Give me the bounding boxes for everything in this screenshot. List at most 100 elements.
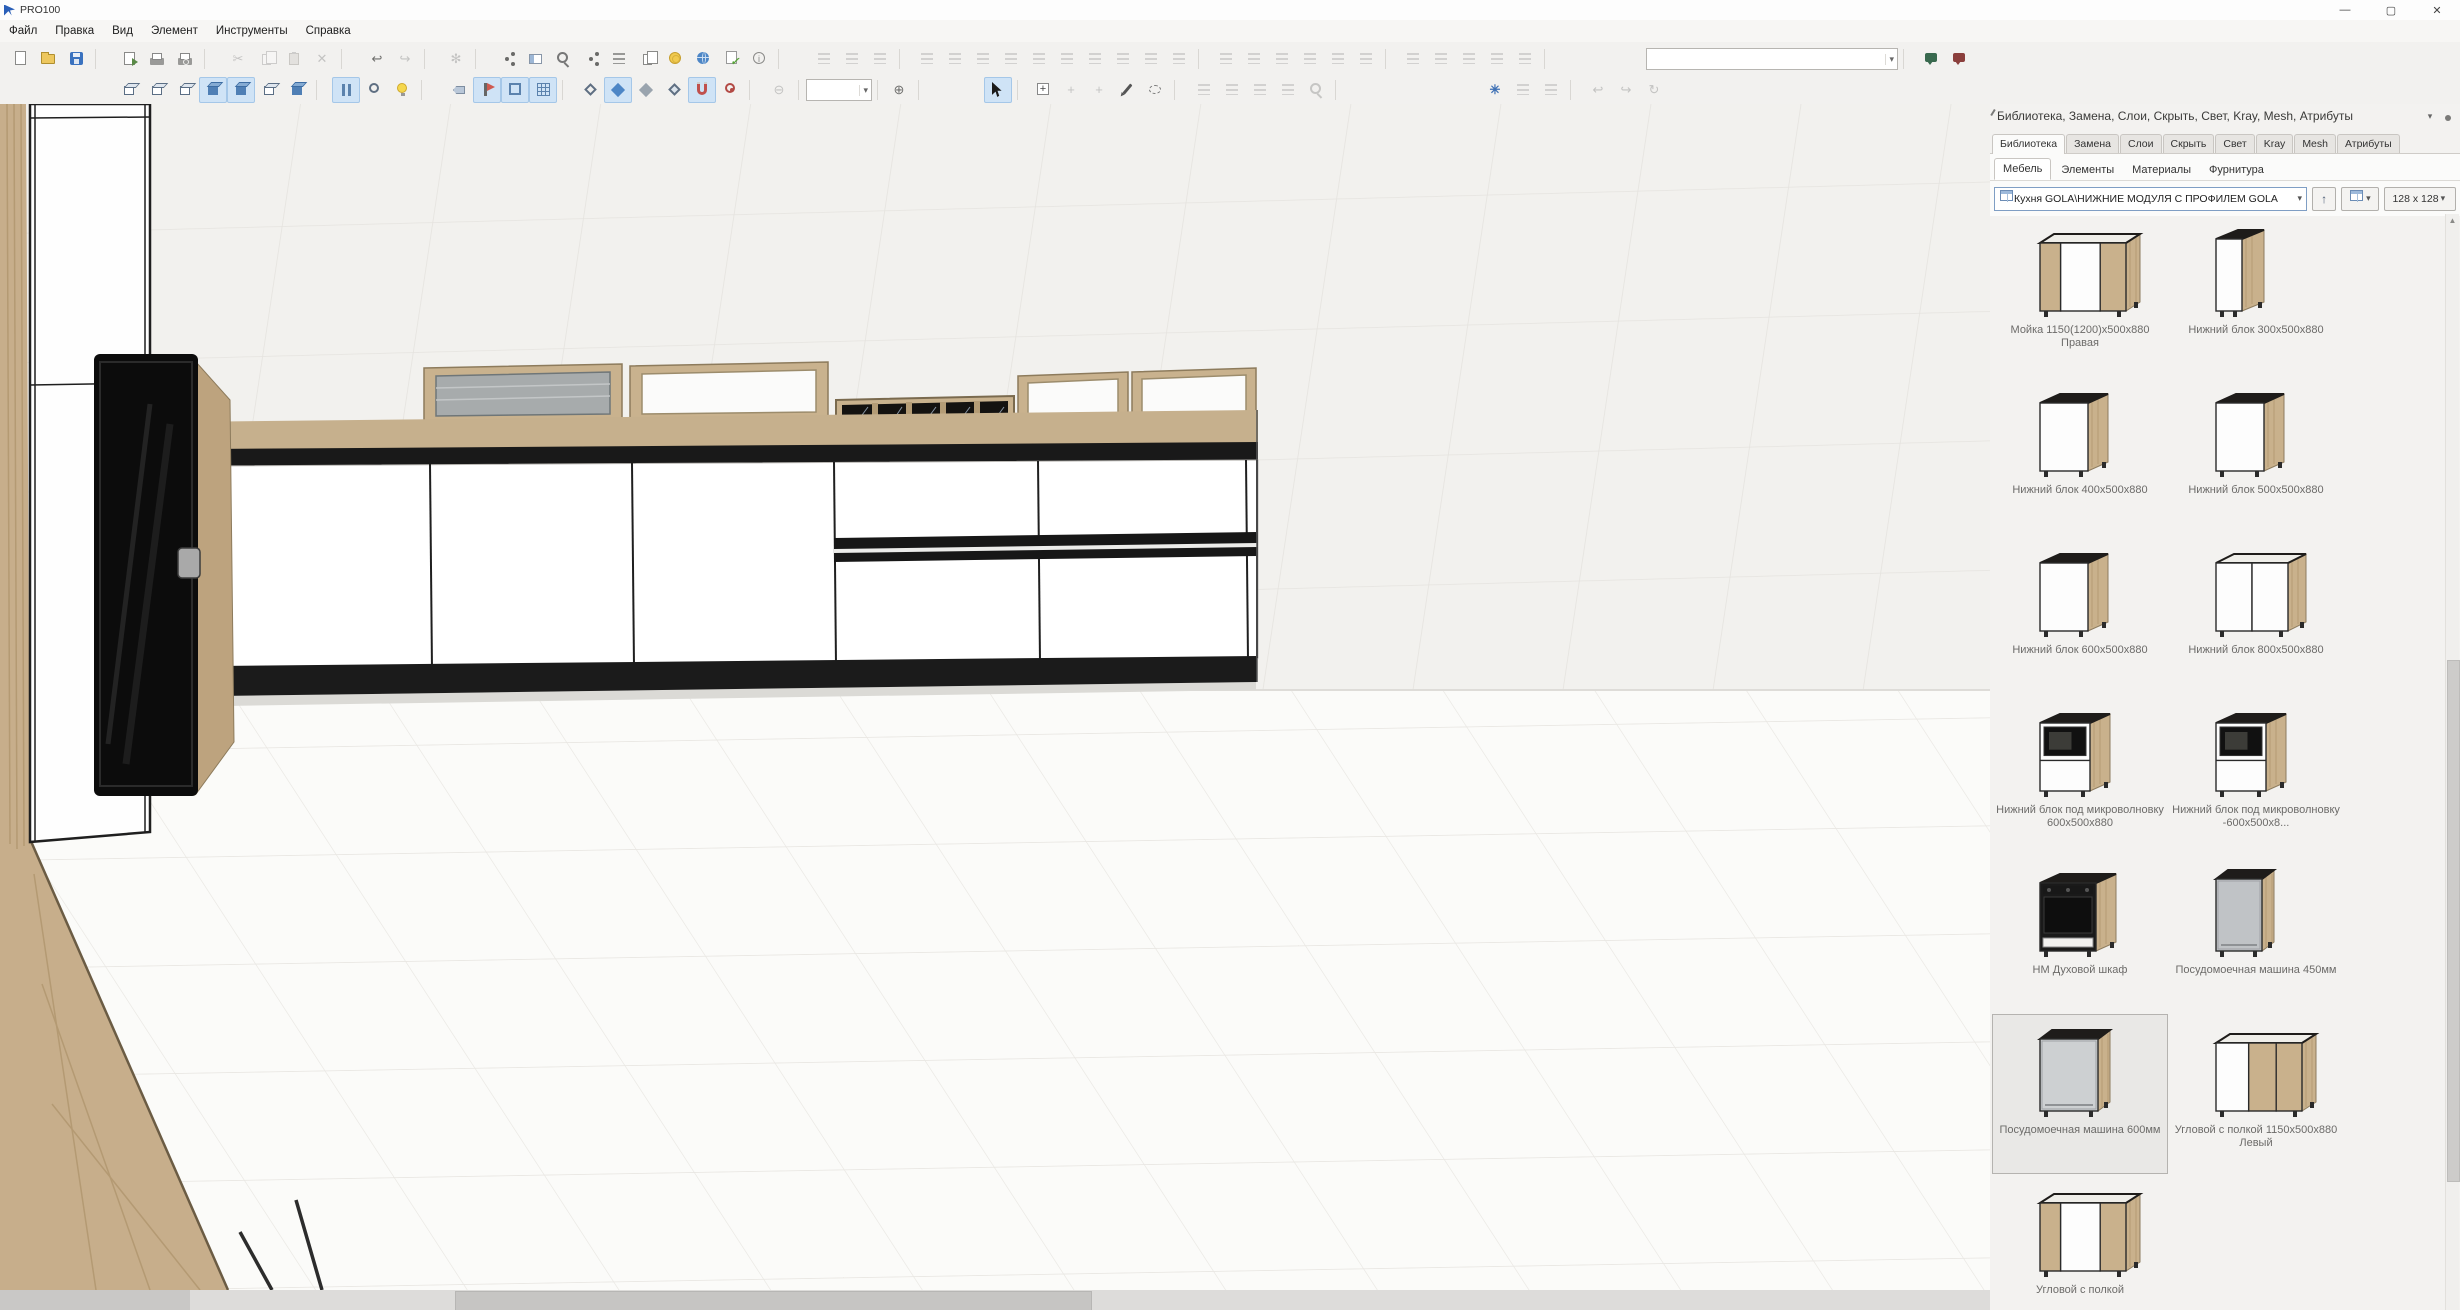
mirror-v-icon[interactable]	[1427, 46, 1455, 72]
panel-tab-2[interactable]: Слои	[2120, 134, 2162, 153]
print-preview-icon[interactable]	[171, 46, 199, 72]
view-color-line-icon[interactable]	[171, 77, 199, 103]
draw-icon[interactable]	[1113, 77, 1141, 103]
snap-face-icon[interactable]	[632, 77, 660, 103]
panel-subtab-1[interactable]: Элементы	[2053, 160, 2122, 180]
render-icon[interactable]: ✳	[1481, 77, 1509, 103]
menu-item-2[interactable]: Вид	[103, 23, 142, 39]
menu-item-5[interactable]: Справка	[297, 23, 360, 39]
panel-tab-3[interactable]: Скрыть	[2163, 134, 2215, 153]
group-icon[interactable]	[1455, 46, 1483, 72]
paste-icon[interactable]	[280, 46, 308, 72]
move-up-icon[interactable]	[1268, 46, 1296, 72]
export-icon[interactable]	[115, 46, 143, 72]
projection-icon[interactable]	[332, 77, 360, 103]
grid-icon[interactable]	[529, 77, 557, 103]
view-shaded-edges-icon[interactable]	[227, 77, 255, 103]
add-point-icon[interactable]: +	[1057, 77, 1085, 103]
distribute-h-icon[interactable]	[1081, 46, 1109, 72]
mirror-h-icon[interactable]	[1399, 46, 1427, 72]
equal-height-icon[interactable]	[1165, 46, 1193, 72]
panel-tab-5[interactable]: Kray	[2256, 134, 2294, 153]
save-icon[interactable]	[62, 46, 90, 72]
library-item-10-selected[interactable]: Посудомоечная машина 600мм	[1992, 1014, 2168, 1174]
menu-item-4[interactable]: Инструменты	[207, 23, 297, 39]
element-name-combobox[interactable]: ▾	[1646, 48, 1898, 70]
panel-scrollbar-thumb[interactable]	[2447, 660, 2460, 1182]
align-middle-icon[interactable]	[1025, 46, 1053, 72]
rotation-center-icon[interactable]	[716, 77, 744, 103]
properties-card-icon[interactable]	[521, 46, 549, 72]
snap-edge-icon[interactable]	[604, 77, 632, 103]
view-wireframe-icon[interactable]	[115, 77, 143, 103]
library-item-9[interactable]: Посудомоечная машина 450мм	[2168, 854, 2344, 1014]
print-icon[interactable]	[143, 46, 171, 72]
library-item-8[interactable]: НМ Духовой шкаф	[1992, 854, 2168, 1014]
view-hidden-line-icon[interactable]	[143, 77, 171, 103]
zoom-search-icon[interactable]	[549, 46, 577, 72]
info-icon[interactable]: i	[745, 46, 773, 72]
cut-icon[interactable]: ✂	[224, 46, 252, 72]
align-center-h-icon[interactable]	[941, 46, 969, 72]
panel-pin-icon[interactable]	[2440, 108, 2456, 124]
dimensions-icon[interactable]	[445, 77, 473, 103]
view-semi-transparent-icon[interactable]	[255, 77, 283, 103]
undo-icon[interactable]: ↩	[363, 46, 391, 72]
panel-subtab-0[interactable]: Мебель	[1994, 158, 2051, 180]
align-top-icon[interactable]	[997, 46, 1025, 72]
zoom-in-icon[interactable]: ⊕	[885, 77, 913, 103]
zoom-out-icon[interactable]: ⊖	[765, 77, 793, 103]
redo-view-icon[interactable]: ↪	[1612, 77, 1640, 103]
hscrollbar-thumb[interactable]	[455, 1291, 1092, 1310]
new-file-icon[interactable]	[6, 46, 34, 72]
magnet-icon[interactable]	[688, 77, 716, 103]
annotations-icon[interactable]	[473, 77, 501, 103]
refresh-icon[interactable]: ↻	[1640, 77, 1668, 103]
align-bottom-icon[interactable]	[1053, 46, 1081, 72]
library-item-7[interactable]: Нижний блок под микроволновку -600х500х8…	[2168, 694, 2344, 854]
to-back-icon[interactable]	[1352, 46, 1380, 72]
distribute-v-icon[interactable]	[1109, 46, 1137, 72]
panel-tab-0[interactable]: Библиотека	[1992, 134, 2065, 154]
delete-icon[interactable]: ✕	[308, 46, 336, 72]
panel-tab-6[interactable]: Mesh	[2294, 134, 2336, 153]
panel-tab-4[interactable]: Свет	[2215, 134, 2254, 153]
view-mode-button[interactable]: ▾	[2341, 187, 2378, 211]
move-element-icon[interactable]: +	[1085, 77, 1113, 103]
snap-vertex-icon[interactable]	[576, 77, 604, 103]
viewport-3d[interactable]	[0, 104, 1991, 1290]
documents-icon[interactable]	[633, 46, 661, 72]
menu-item-3[interactable]: Элемент	[142, 23, 207, 39]
elevation-icon[interactable]	[1274, 77, 1302, 103]
library-item-4[interactable]: Нижний блок 600х500х880	[1992, 534, 2168, 694]
equal-width-icon[interactable]	[1137, 46, 1165, 72]
library-item-5[interactable]: Нижний блок 800х500х880	[2168, 534, 2344, 694]
panel-scrollbar[interactable]: ▲	[2445, 214, 2459, 1310]
maximize-button[interactable]: ▢	[2368, 0, 2414, 20]
comment-remove-icon[interactable]	[1945, 46, 1973, 72]
panel-subtab-3[interactable]: Фурнитура	[2201, 160, 2272, 180]
save-scene-icon[interactable]	[1537, 77, 1565, 103]
view-shaded-icon[interactable]	[199, 77, 227, 103]
panel-tab-7[interactable]: Атрибуты	[2337, 134, 2400, 153]
rotate-right-icon[interactable]	[838, 46, 866, 72]
library-item-0[interactable]: Мойка 1150(1200)х500х880 Правая	[1992, 214, 2168, 374]
undo-view-icon[interactable]: ↩	[1584, 77, 1612, 103]
comment-add-icon[interactable]	[1917, 46, 1945, 72]
minimize-button[interactable]: —	[2322, 0, 2368, 20]
export-image-icon[interactable]	[1509, 77, 1537, 103]
thumb-size-combobox[interactable]: 128 x 128 ▾	[2384, 187, 2457, 211]
panel-menu-caret-icon[interactable]: ▾	[2422, 108, 2438, 124]
to-front-icon[interactable]	[1324, 46, 1352, 72]
move-left-icon[interactable]	[1212, 46, 1240, 72]
library-item-6[interactable]: Нижний блок под микроволновку 600х500х88…	[1992, 694, 2168, 854]
panel-subtab-2[interactable]: Материалы	[2124, 160, 2199, 180]
rotate-flip-icon[interactable]	[866, 46, 894, 72]
zoom-combobox[interactable]: ▾	[806, 79, 872, 101]
floor-plan-icon[interactable]	[501, 77, 529, 103]
measure-icon[interactable]	[1190, 77, 1218, 103]
dimension-chain-icon[interactable]	[1218, 77, 1246, 103]
rotate-left-icon[interactable]	[810, 46, 838, 72]
snap-edit-icon[interactable]	[660, 77, 688, 103]
section-icon[interactable]	[1246, 77, 1274, 103]
